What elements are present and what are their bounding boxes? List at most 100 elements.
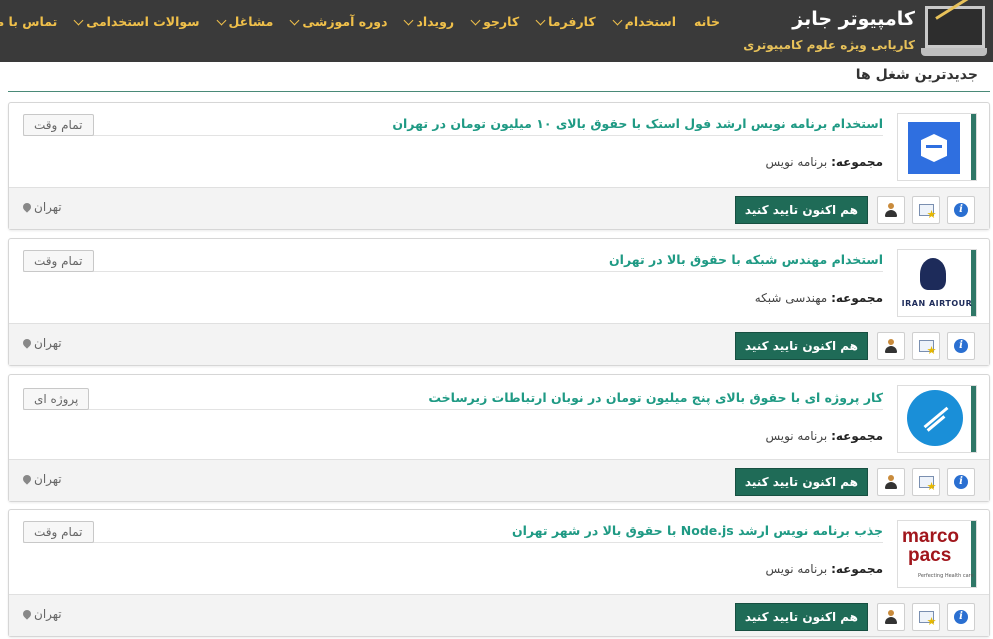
chevron-down-icon: [535, 15, 546, 25]
nav-employer[interactable]: کارفرما: [528, 14, 605, 29]
job-title-link[interactable]: کار پروژه ای با حقوق بالای پنج میلیون تو…: [428, 390, 883, 405]
top-header: کامپیوتر جابز کاریابی ویژه علوم کامپیوتر…: [0, 0, 993, 62]
nav-hiring-label: استخدام: [624, 14, 677, 29]
category-value: برنامه نویس: [765, 562, 828, 576]
category-label: مجموعه:: [831, 429, 883, 443]
circle-lines-logo-icon: [907, 390, 963, 446]
nav-events-label: رویداد: [416, 14, 455, 29]
nav-courses-label: دوره آموزشی: [302, 14, 388, 29]
nav-home[interactable]: خانه: [685, 14, 729, 29]
job-location: تهران: [21, 472, 62, 486]
user-icon: [884, 475, 898, 489]
map-pin-icon: [21, 201, 33, 213]
job-type-badge: تمام وقت: [23, 521, 94, 543]
company-logo[interactable]: IRAN AIRTOUR: [897, 249, 977, 317]
site-logo[interactable]: کامپیوتر جابز کاریابی ویژه علوم کامپیوتر…: [743, 4, 987, 58]
nav-contact-label: تماس با ما: [0, 14, 58, 29]
bookmark-star-icon: [918, 340, 937, 356]
bookmark-button[interactable]: [912, 603, 940, 631]
card-footer: تهران i هم اکنون تایید کنید: [9, 594, 989, 636]
section-title: جدیدترین شغل ها: [855, 67, 978, 83]
job-type-badge: تمام وقت: [23, 250, 94, 272]
nav-home-label: خانه: [694, 14, 720, 29]
job-category: مجموعه: برنامه نویس: [765, 562, 883, 576]
map-pin-icon: [21, 473, 33, 485]
location-text: تهران: [34, 336, 62, 350]
section-divider: [8, 91, 990, 92]
card-footer: تهران i هم اکنون تایید کنید: [9, 323, 989, 365]
info-button[interactable]: i: [947, 468, 975, 496]
job-type-badge: تمام وقت: [23, 114, 94, 136]
employer-profile-button[interactable]: [877, 332, 905, 360]
company-logo-text: IRAN AIRTOUR: [901, 299, 973, 308]
nav-interview-questions[interactable]: سوالات استخدامی: [66, 14, 208, 29]
job-location: تهران: [21, 336, 62, 350]
laptop-base-icon: [921, 48, 987, 56]
bookmark-button[interactable]: [912, 196, 940, 224]
employer-profile-button[interactable]: [877, 603, 905, 631]
info-button[interactable]: i: [947, 332, 975, 360]
card-footer: تهران i هم اکنون تایید کنید: [9, 459, 989, 501]
category-value: مهندسی شبکه: [754, 291, 828, 305]
job-title-link[interactable]: جذب برنامه نویس ارشد Node.js با حقوق بال…: [512, 523, 883, 538]
company-logo-tagline: Perfecting Health care: [918, 573, 974, 579]
company-logo[interactable]: [897, 385, 977, 453]
user-icon: [884, 339, 898, 353]
user-icon: [884, 203, 898, 217]
bookmark-star-icon: [918, 476, 937, 492]
info-icon: i: [954, 475, 968, 489]
job-card: IRAN AIRTOUR استخدام مهندس شبکه با حقوق …: [8, 238, 990, 366]
bookmark-button[interactable]: [912, 468, 940, 496]
nav-occupations[interactable]: مشاغل: [209, 14, 283, 29]
chevron-down-icon: [612, 15, 623, 25]
apply-now-button[interactable]: هم اکنون تایید کنید: [734, 196, 868, 224]
job-title-link[interactable]: استخدام مهندس شبکه با حقوق بالا در تهران: [609, 252, 883, 267]
employer-profile-button[interactable]: [877, 196, 905, 224]
chevron-down-icon: [73, 15, 84, 25]
shield-logo-icon: [908, 122, 960, 174]
location-text: تهران: [34, 607, 62, 621]
company-logo[interactable]: [897, 113, 977, 181]
category-label: مجموعه:: [831, 291, 883, 305]
site-title: کامپیوتر جابز: [792, 8, 915, 30]
nav-jobseeker-label: کارجو: [483, 14, 520, 29]
company-logo[interactable]: marco pacs Perfecting Health care: [897, 520, 977, 588]
category-value: برنامه نویس: [765, 429, 828, 443]
job-title-link[interactable]: استخدام برنامه نویس ارشد فول استک با حقو…: [392, 116, 883, 131]
category-label: مجموعه:: [831, 155, 883, 169]
job-type-badge: پروژه ای: [23, 388, 90, 410]
info-icon: i: [954, 203, 968, 217]
apply-now-button[interactable]: هم اکنون تایید کنید: [734, 468, 868, 496]
job-category: مجموعه: برنامه نویس: [765, 429, 883, 443]
bookmark-button[interactable]: [912, 332, 940, 360]
nav-contact[interactable]: تماس با ما: [0, 14, 66, 29]
category-label: مجموعه:: [831, 562, 883, 576]
nav-courses[interactable]: دوره آموزشی: [282, 14, 396, 29]
info-button[interactable]: i: [947, 196, 975, 224]
location-text: تهران: [34, 200, 62, 214]
nav-occupations-label: مشاغل: [228, 14, 274, 29]
company-logo-text: pacs: [908, 545, 952, 566]
apply-now-button[interactable]: هم اکنون تایید کنید: [734, 603, 868, 631]
bookmark-star-icon: [918, 204, 937, 220]
nav-events[interactable]: رویداد: [396, 14, 463, 29]
info-icon: i: [954, 610, 968, 624]
apply-now-button[interactable]: هم اکنون تایید کنید: [734, 332, 868, 360]
nav-employer-label: کارفرما: [548, 14, 596, 29]
chevron-down-icon: [216, 15, 226, 25]
main-nav: خانه استخدام کارفرما کارجو رویداد دوره آ…: [0, 14, 729, 29]
job-category: مجموعه: مهندسی شبکه: [755, 291, 883, 305]
nav-jobseeker[interactable]: کارجو: [463, 14, 528, 29]
info-icon: i: [954, 339, 968, 353]
nav-hiring[interactable]: استخدام: [605, 14, 685, 29]
map-pin-icon: [21, 337, 33, 349]
chevron-down-icon: [404, 15, 414, 25]
chevron-down-icon: [289, 15, 300, 25]
info-button[interactable]: i: [947, 603, 975, 631]
winged-horse-logo-icon: [920, 258, 946, 290]
category-value: برنامه نویس: [765, 155, 828, 169]
employer-profile-button[interactable]: [877, 468, 905, 496]
job-category: مجموعه: برنامه نویس: [765, 155, 883, 169]
job-card: کار پروژه ای با حقوق بالای پنج میلیون تو…: [8, 374, 990, 502]
user-icon: [884, 610, 898, 624]
